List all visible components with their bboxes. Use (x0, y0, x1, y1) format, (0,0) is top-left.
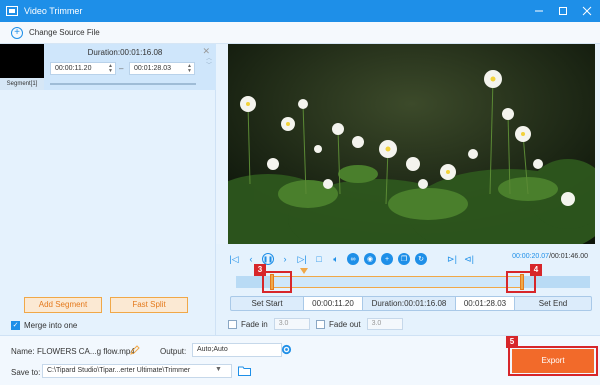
callout-3-box (262, 271, 292, 293)
change-source-label: Change Source File (29, 28, 100, 37)
segment-end-value: 00:01:28.03 (134, 65, 171, 72)
spinner-icon[interactable]: ▲ ▼ (187, 64, 192, 74)
window-title: Video Trimmer (24, 6, 83, 16)
add-icon: + (11, 26, 23, 39)
trim-start-field[interactable]: 00:00:11.20 (303, 297, 363, 310)
maximize-icon[interactable] (556, 4, 570, 18)
trim-duration: Duration:00:01:16.08 (371, 299, 447, 308)
file-name: FLOWERS CA...g flow.mp4 (37, 347, 135, 356)
close-icon[interactable] (580, 4, 594, 18)
merge-label: Merge into one (24, 321, 78, 330)
selected-range[interactable] (272, 276, 522, 288)
callout-4-box (506, 271, 536, 293)
reorder-arrows-icon[interactable]: ︿ ﹀ (206, 56, 212, 70)
fade-out-checkbox[interactable] (316, 319, 325, 329)
edit-name-icon[interactable] (130, 345, 140, 355)
name-label: Name: (11, 347, 35, 356)
total-time: /00:01:46.00 (549, 253, 588, 260)
current-time: 00:00:20.07 (512, 253, 550, 260)
volume-icon[interactable]: 🔈︎ (330, 253, 342, 265)
fade-out-label: Fade out (329, 319, 361, 329)
trim-end-field[interactable]: 00:01:28.03 (455, 297, 515, 310)
loop-icon[interactable]: ∞ (347, 253, 359, 265)
set-end-button[interactable]: Set End (515, 297, 591, 310)
flower-video-frame (228, 44, 595, 244)
time-display: 00:00:20.07/00:01:46.00 (512, 253, 588, 260)
preview-end-icon[interactable]: ⊲| (463, 253, 475, 265)
window-controls (532, 4, 594, 18)
minimize-icon[interactable] (532, 4, 546, 18)
merge-option[interactable]: ✓ Merge into one (11, 321, 77, 330)
trim-controls: |◁ ‹ ❚❚ › ▷| □ 🔈︎ ∞ ◉ + ❐ ↻ ⊳| ⊲| 00:00:… (216, 244, 600, 335)
save-to-label: Save to: (11, 368, 41, 377)
save-path-field[interactable]: C:\Tipard Studio\Tipar...erter Ultimate\… (42, 364, 232, 378)
folder-icon[interactable] (238, 365, 251, 376)
fade-out-input[interactable]: 3.0 (366, 318, 403, 330)
copy-icon[interactable]: ❐ (398, 253, 410, 265)
callout-5: 5 (506, 336, 518, 348)
output-bar: Name: FLOWERS CA...g flow.mp4 Output: Au… (0, 335, 600, 385)
stop-icon[interactable]: □ (313, 253, 325, 265)
segment-item[interactable]: Segment[1] Duration:00:01:16.08 ✕ 00:00:… (0, 44, 216, 90)
go-to-end-icon[interactable]: ▷| (296, 253, 308, 265)
segment-panel: Segment[1] Duration:00:01:16.08 ✕ 00:00:… (0, 44, 216, 335)
fade-in-checkbox[interactable] (228, 319, 237, 329)
segment-end-field[interactable]: 00:01:28.03 ▲ ▼ (129, 62, 195, 75)
trim-range-bar: Set Start 00:00:11.20 Duration:00:01:16.… (230, 296, 592, 311)
playhead[interactable] (300, 268, 308, 274)
add-segment-button[interactable]: Add Segment (24, 297, 102, 313)
merge-checkbox[interactable]: ✓ (11, 321, 20, 330)
output-label: Output: (160, 347, 187, 356)
next-frame-icon[interactable]: › (279, 253, 291, 265)
preview-start-icon[interactable]: ⊳| (446, 253, 458, 265)
segment-thumbnail (0, 44, 44, 78)
video-trimmer-icon (6, 6, 18, 16)
output-settings-icon[interactable] (281, 344, 292, 355)
fade-in-input[interactable]: 3.0 (273, 318, 310, 330)
set-start-button[interactable]: Set Start (231, 297, 303, 310)
fade-out-option[interactable]: Fade out 3.0 (316, 318, 403, 330)
callout-5-box (508, 346, 598, 376)
segment-label: Segment[1] (0, 78, 44, 90)
go-to-start-icon[interactable]: |◁ (228, 253, 240, 265)
reset-icon[interactable]: ↻ (415, 253, 427, 265)
fade-in-label: Fade in (241, 319, 268, 329)
output-format-field[interactable]: Auto;Auto (192, 343, 282, 357)
video-preview[interactable] (228, 44, 595, 244)
segment-start-value: 00:00:11.20 (55, 65, 92, 72)
fade-in-option[interactable]: Fade in 3.0 (228, 318, 310, 330)
segment-start-field[interactable]: 00:00:11.20 ▲ ▼ (50, 62, 116, 75)
fast-split-button[interactable]: Fast Split (110, 297, 188, 313)
snapshot-icon[interactable]: ◉ (364, 253, 376, 265)
add-marker-icon[interactable]: + (381, 253, 393, 265)
segment-duration: Duration:00:01:16.08 (87, 48, 163, 57)
range-separator: – (119, 64, 124, 73)
title-bar: Video Trimmer (0, 0, 600, 22)
segment-progress-bar (50, 83, 196, 85)
change-source-bar[interactable]: + Change Source File (0, 22, 600, 44)
spinner-icon[interactable]: ▲ ▼ (108, 64, 113, 74)
path-dropdown-icon[interactable]: ▼ (215, 366, 222, 373)
